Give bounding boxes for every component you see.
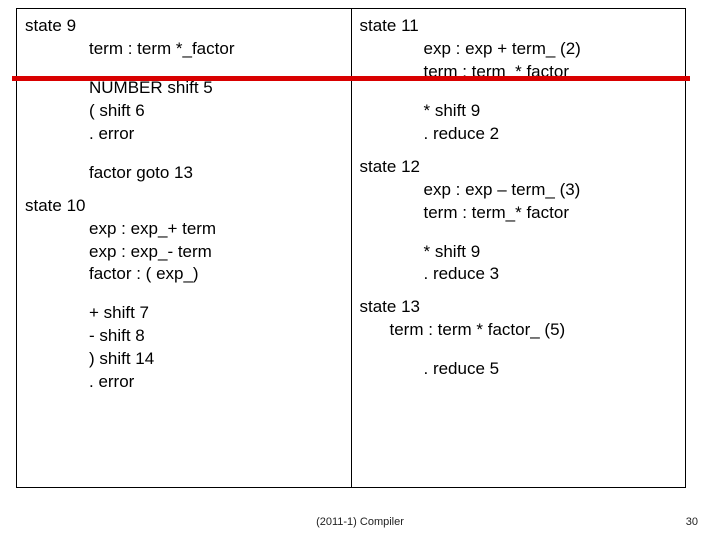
state-9-rule: term : term *_factor <box>89 38 343 61</box>
state-10-action-1: + shift 7 <box>89 302 343 325</box>
state-13-action-1: . reduce 5 <box>424 358 678 381</box>
state-10-rule-1: exp : exp_+ term <box>89 218 343 241</box>
state-13-rule-1: term : term * factor_ (5) <box>390 319 678 342</box>
state-10-block: state 10 exp : exp_+ term exp : exp_- te… <box>25 195 343 395</box>
state-10-rule-2: exp : exp_- term <box>89 241 343 264</box>
spacer <box>360 225 678 241</box>
state-10-action-4: . error <box>89 371 343 394</box>
state-12-rule-2: term : term_* factor <box>424 202 678 225</box>
state-9-header: state 9 <box>25 15 343 38</box>
highlight-bar <box>12 76 690 81</box>
state-12-action-1: * shift 9 <box>424 241 678 264</box>
spacer <box>25 146 343 162</box>
state-12-header: state 12 <box>360 156 678 179</box>
state-11-header: state 11 <box>360 15 678 38</box>
state-10-rule-3: factor : ( exp_) <box>89 263 343 286</box>
spacer <box>25 286 343 302</box>
state-9-goto: factor goto 13 <box>89 162 343 185</box>
state-9-action-3: . error <box>89 123 343 146</box>
state-9-action-2: ( shift 6 <box>89 100 343 123</box>
state-10-action-3: ) shift 14 <box>89 348 343 371</box>
state-13-header: state 13 <box>360 296 678 319</box>
state-12-block: state 12 exp : exp – term_ (3) term : te… <box>360 156 678 287</box>
state-12-action-2: . reduce 3 <box>424 263 678 286</box>
state-10-action-2: - shift 8 <box>89 325 343 348</box>
state-10-header: state 10 <box>25 195 343 218</box>
page-number: 30 <box>686 516 698 528</box>
state-9-block: state 9 term : term *_factor NUMBER shif… <box>25 15 343 185</box>
spacer <box>360 84 678 100</box>
state-12-rule-1: exp : exp – term_ (3) <box>424 179 678 202</box>
state-11-action-2: . reduce 2 <box>424 123 678 146</box>
spacer <box>360 342 678 358</box>
footer-text: (2011-1) Compiler <box>0 516 720 528</box>
state-11-rule-1: exp : exp + term_ (2) <box>424 38 678 61</box>
state-11-action-1: * shift 9 <box>424 100 678 123</box>
spacer <box>25 61 343 77</box>
state-13-block: state 13 term : term * factor_ (5) . red… <box>360 296 678 381</box>
